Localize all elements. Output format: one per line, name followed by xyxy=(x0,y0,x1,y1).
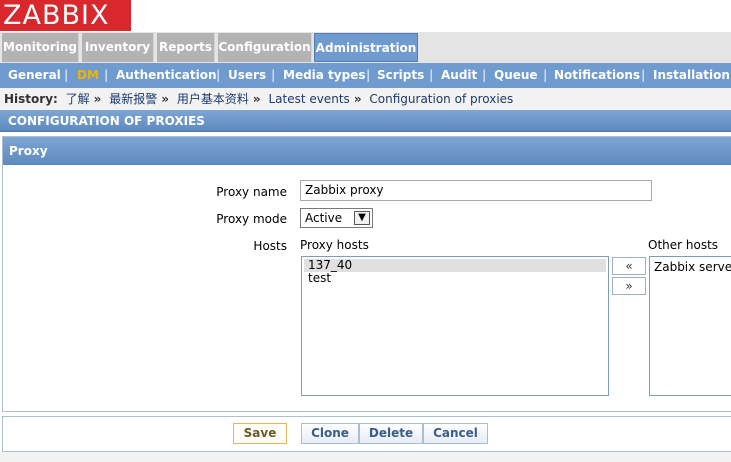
main-menu: Monitoring Inventory Reports Configurati… xyxy=(0,32,731,64)
page-title: CONFIGURATION OF PROXIES xyxy=(0,110,731,132)
menu-configuration[interactable]: Configuration xyxy=(218,33,312,62)
proxy-mode-select[interactable]: Active ▼ xyxy=(300,208,373,228)
submenu-separator: | xyxy=(64,68,69,82)
submenu-separator: | xyxy=(482,68,487,82)
submenu-users[interactable]: Users xyxy=(228,63,266,88)
submenu-separator: | xyxy=(366,68,371,82)
submenu-dm[interactable]: DM xyxy=(77,63,99,88)
list-item[interactable]: 137_40 xyxy=(304,259,606,272)
proxy-mode-label: Proxy mode xyxy=(216,212,287,226)
history-separator: » xyxy=(353,92,362,106)
submenu-scripts[interactable]: Scripts xyxy=(377,63,424,88)
submenu-separator: | xyxy=(641,68,646,82)
history-separator: » xyxy=(161,92,170,106)
submenu-audit[interactable]: Audit xyxy=(441,63,477,88)
history-item[interactable]: 用户基本资料 xyxy=(177,92,249,106)
chevron-down-icon[interactable]: ▼ xyxy=(354,211,370,225)
history-separator: » xyxy=(252,92,261,106)
save-button[interactable]: Save xyxy=(233,423,287,444)
history-item[interactable]: 最新报警 xyxy=(109,92,157,106)
move-to-proxy-button[interactable]: « xyxy=(612,257,646,275)
history-breadcrumb: History: 了解» 最新报警» 用户基本资料» Latest events… xyxy=(0,88,731,110)
menu-inventory[interactable]: Inventory xyxy=(82,33,154,62)
proxy-name-label: Proxy name xyxy=(216,185,287,199)
submenu-media-types[interactable]: Media types xyxy=(283,63,366,88)
zabbix-logo: ZABBIX xyxy=(0,0,131,31)
proxy-hosts-list[interactable]: 137_40 test xyxy=(301,256,609,396)
history-item[interactable]: Latest events xyxy=(268,92,349,106)
submenu-separator: | xyxy=(216,68,221,82)
other-hosts-label: Other hosts xyxy=(648,238,719,252)
submenu-notifications[interactable]: Notifications xyxy=(554,63,640,88)
sub-menu: General | DM | Authentication | Users | … xyxy=(0,63,731,88)
menu-administration[interactable]: Administration xyxy=(314,33,418,62)
proxy-name-input[interactable]: Zabbix proxy xyxy=(300,180,652,201)
delete-button[interactable]: Delete xyxy=(359,423,423,444)
history-item[interactable]: Configuration of proxies xyxy=(369,92,513,106)
cancel-button[interactable]: Cancel xyxy=(423,423,488,444)
clone-button[interactable]: Clone xyxy=(301,423,359,444)
history-item[interactable]: 了解 xyxy=(66,92,90,106)
submenu-separator: | xyxy=(104,68,109,82)
history-separator: » xyxy=(93,92,102,106)
menu-monitoring[interactable]: Monitoring xyxy=(2,33,79,62)
submenu-separator: | xyxy=(271,68,276,82)
form-title: Proxy xyxy=(3,137,731,165)
submenu-separator: | xyxy=(543,68,548,82)
submenu-queue[interactable]: Queue xyxy=(494,63,538,88)
list-item[interactable]: Zabbix server xyxy=(650,261,731,274)
proxy-mode-value: Active xyxy=(305,211,343,225)
bottom-strip xyxy=(0,452,731,462)
history-label: History: xyxy=(4,92,58,106)
submenu-installation[interactable]: Installation xyxy=(653,63,730,88)
submenu-separator: | xyxy=(429,68,434,82)
other-hosts-list[interactable]: Zabbix server xyxy=(649,256,731,396)
menu-reports[interactable]: Reports xyxy=(157,33,215,62)
list-item[interactable]: test xyxy=(304,272,606,285)
submenu-authentication[interactable]: Authentication xyxy=(116,63,217,88)
move-to-other-button[interactable]: » xyxy=(612,277,646,295)
submenu-general[interactable]: General xyxy=(8,63,61,88)
proxy-hosts-label: Proxy hosts xyxy=(300,238,369,252)
hosts-label: Hosts xyxy=(253,239,287,253)
